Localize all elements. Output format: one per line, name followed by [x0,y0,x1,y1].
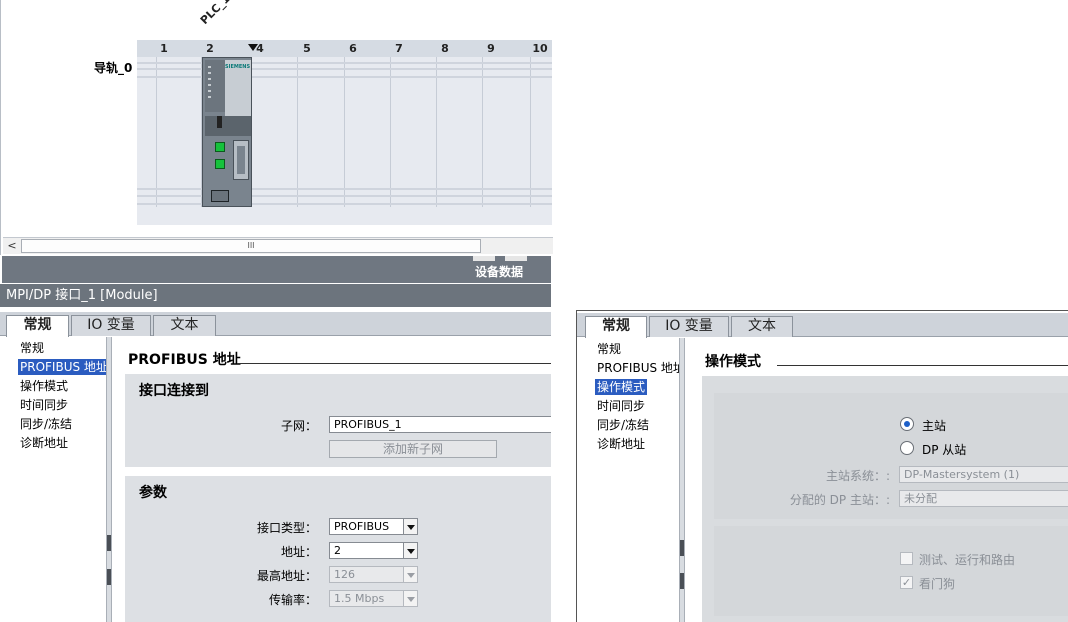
nav-item-operating-mode[interactable]: 操作模式 [18,378,70,394]
subnet-label: 子网： [280,419,317,433]
nav-item-diagnostic-address[interactable]: 诊断地址 [18,435,70,451]
collapse-down-icon[interactable] [505,256,527,261]
slot-number: 4 [256,42,264,55]
horizontal-scrollbar[interactable]: < III [3,237,553,254]
address-select[interactable]: 2 [329,542,418,559]
interface-type-value: PROFIBUS [334,520,390,533]
tab-texts[interactable]: 文本 [731,316,793,337]
section-divider [777,365,1068,366]
baud-rate-select: 1.5 Mbps [329,590,418,607]
tab-bar: 常规 IO 变量 文本 [0,312,551,337]
section-divider [238,363,551,364]
tab-texts[interactable]: 文本 [153,315,216,336]
chevron-down-icon [403,590,418,607]
slot-number: 1 [160,42,168,55]
section-title: 操作模式 [705,354,761,370]
group-title: 接口连接到 [139,383,209,399]
device-view: PLC_1 1 2 4 5 6 7 8 9 10 导轨_0 SIEMENS < … [0,0,553,255]
nav-item-sync-freeze[interactable]: 同步/冻结 [595,417,651,433]
chevron-down-icon[interactable] [403,542,418,559]
inspector-right: 常规 IO 变量 文本 常规 PROFIBUS 地址 操作模式 时间同步 同步/… [576,310,1068,622]
device-data-tab[interactable]: 设备数据 [475,263,523,280]
device-data-bar: 设备数据 [2,256,551,283]
slot-number: 10 [532,42,548,55]
max-address-value: 126 [334,568,355,581]
assigned-master-label: 分配的 DP 主站：: [789,493,890,507]
inspector-left: MPI/DP 接口_1 [Module] 常规 IO 变量 文本 常规 PROF… [0,284,551,622]
baud-rate-label: 传输率： [268,593,317,607]
group-interface-connection: 接口连接到 子网： PROFIBUS_1 添加新子网 [125,374,551,467]
insert-arrow-icon [248,44,258,51]
max-address-label: 最高地址： [256,569,317,583]
tab-general[interactable]: 常规 [585,316,647,338]
nav-item-operating-mode[interactable]: 操作模式 [595,379,648,395]
slot-number: 7 [395,42,403,55]
section-title: PROFIBUS 地址 [128,352,241,368]
slot-number: 8 [441,42,449,55]
assigned-master-field: 未分配 [899,490,1068,507]
address-value: 2 [334,544,341,557]
splitter-handle-icon[interactable] [107,535,111,551]
master-radio-label: 主站 [922,419,947,433]
siemens-logo: SIEMENS [225,64,251,70]
chevron-down-icon[interactable] [403,518,418,535]
nav-item-diagnostic-address[interactable]: 诊断地址 [595,436,647,452]
watchdog-checkbox: ✓ [900,576,913,589]
mpi-dp-module[interactable]: SIEMENS [202,57,252,207]
test-routing-checkbox [900,552,913,565]
splitter-handle-icon[interactable] [680,540,684,556]
plc-label[interactable]: PLC_1 [198,0,233,27]
rail-slot-header: 1 2 4 5 6 7 8 9 10 [137,40,552,57]
baud-rate-value: 1.5 Mbps [334,592,385,605]
slot-number: 9 [487,42,495,55]
slot-number: 2 [206,42,214,55]
tab-bar: 常规 IO 变量 文本 [577,313,1068,338]
rail-body[interactable] [137,57,552,225]
nav-item-sync-freeze[interactable]: 同步/冻结 [18,416,74,432]
dp-slave-radio[interactable] [900,441,914,455]
master-radio[interactable] [900,417,914,431]
nav-item-time-sync[interactable]: 时间同步 [18,397,70,413]
slot-number: 6 [349,42,357,55]
add-subnet-button[interactable]: 添加新子网 [329,440,497,458]
tab-io-tags[interactable]: IO 变量 [649,316,729,337]
splitter-handle-icon[interactable] [680,573,684,589]
group-mode: 主站 DP 从站 主站系统：: DP-Mastersystem (1) 分配的 … [714,393,1068,519]
collapse-up-icon[interactable] [473,256,495,261]
scroll-thumb[interactable]: III [21,239,481,253]
address-label: 地址： [280,545,317,559]
nav-item-general[interactable]: 常规 [18,340,46,356]
master-system-field: DP-Mastersystem (1) [899,466,1068,483]
operating-mode-area: 主站 DP 从站 主站系统：: DP-Mastersystem (1) 分配的 … [702,376,1068,622]
group-parameters: 参数 接口类型： PROFIBUS 地址： 2 最高地址： 126 传输率： 1… [125,476,551,622]
max-address-select: 126 [329,566,418,583]
tab-general[interactable]: 常规 [6,315,69,337]
test-routing-label: 测试、运行和路由 [919,553,1016,567]
subnet-field[interactable]: PROFIBUS_1 [329,416,551,433]
switch-icon [217,116,222,128]
nav-item-profibus-address[interactable]: PROFIBUS 地址 [18,359,110,375]
rail-label: 导轨_0 [94,61,133,75]
scroll-left-icon[interactable]: < [5,239,19,253]
port-icon [215,159,225,169]
group-options: 测试、运行和路由 ✓ 看门狗 [714,526,1068,616]
dp-slave-radio-label: DP 从站 [922,443,967,457]
group-title: 参数 [139,485,167,501]
tab-io-tags[interactable]: IO 变量 [71,315,151,336]
port-icon [215,142,225,152]
nav-item-profibus-address[interactable]: PROFIBUS 地址 [595,360,687,376]
splitter-handle-icon[interactable] [107,569,111,585]
module-bottom-box [211,190,229,202]
master-system-label: 主站系统：: [825,469,890,483]
slot-number: 5 [303,42,311,55]
chevron-down-icon [403,566,418,583]
interface-type-select[interactable]: PROFIBUS [329,518,418,535]
interface-type-label: 接口类型： [256,521,317,535]
nav-item-time-sync[interactable]: 时间同步 [595,398,647,414]
watchdog-label: 看门狗 [919,577,956,591]
nav-item-general[interactable]: 常规 [595,341,623,357]
panel-title: MPI/DP 接口_1 [Module] [0,284,551,307]
